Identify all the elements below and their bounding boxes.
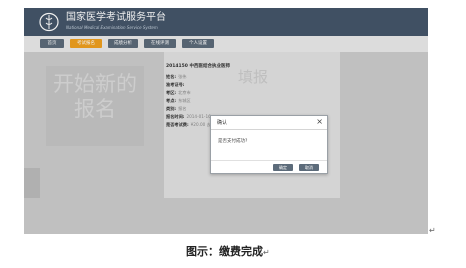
dialog-message: 是否支付成功? — [218, 139, 248, 144]
confirm-dialog: 确认 × 是否支付成功? 确定 取消 — [210, 115, 328, 174]
dialog-footer-divider — [211, 160, 327, 161]
cancel-button[interactable]: 取消 — [299, 164, 319, 171]
close-icon[interactable]: × — [316, 117, 323, 127]
dialog-divider — [211, 129, 327, 130]
confirm-button[interactable]: 确定 — [273, 164, 293, 171]
caption-text: 图示：缴费完成 — [186, 245, 263, 258]
screenshot-frame: 国家医学考试服务平台 National Medical Examination … — [24, 8, 428, 234]
dialog-title: 确认 — [217, 120, 228, 126]
paragraph-mark: ↵ — [263, 248, 270, 257]
figure-caption: 图示：缴费完成↵ — [186, 243, 270, 259]
paragraph-mark: ↵ — [429, 226, 436, 235]
